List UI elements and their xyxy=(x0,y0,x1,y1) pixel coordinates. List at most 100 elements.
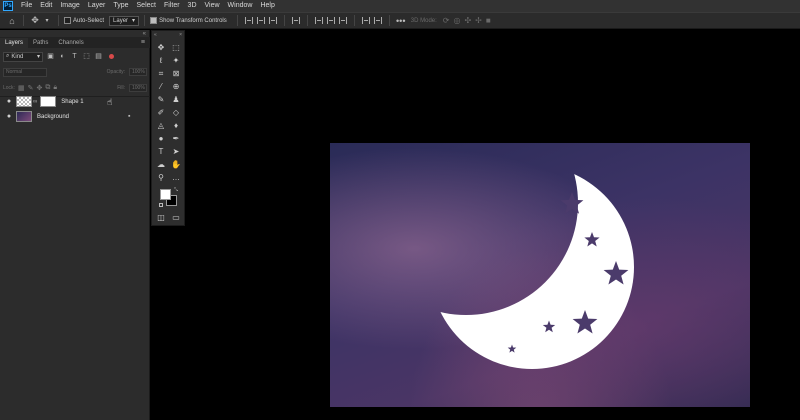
default-colors-icon[interactable] xyxy=(159,203,163,207)
eraser-tool-icon[interactable]: ◇ xyxy=(170,107,182,118)
quick-mask-icon[interactable]: ◫ xyxy=(155,212,167,223)
clone-stamp-tool-icon[interactable]: ♟ xyxy=(170,94,182,105)
marquee-tool-icon[interactable]: ⬚ xyxy=(170,42,182,53)
tab-paths[interactable]: Paths xyxy=(28,38,53,48)
menu-select[interactable]: Select xyxy=(133,0,160,12)
lasso-tool-icon[interactable]: ℓ xyxy=(155,55,167,66)
lock-image-icon[interactable]: ✎ xyxy=(28,84,34,92)
menu-file[interactable]: File xyxy=(17,0,36,12)
3d-drag-icon[interactable]: ✣ xyxy=(464,16,471,25)
crop-tool-icon[interactable]: ⌗ xyxy=(155,68,167,79)
auto-select-target-dropdown[interactable]: Layer ▾ xyxy=(109,15,140,26)
options-bar: ⌂ ✥ ▾ Auto-Select Layer ▾ Show Transform… xyxy=(0,12,800,29)
collapse-icon[interactable]: « xyxy=(154,32,157,38)
distribute-icon[interactable] xyxy=(291,17,300,24)
move-tool-icon[interactable]: ✥ xyxy=(29,15,41,26)
menu-layer[interactable]: Layer xyxy=(84,0,110,12)
eye-icon[interactable]: ● xyxy=(4,98,14,105)
move-tool-icon[interactable]: ✥ xyxy=(155,42,167,53)
shape-filter-icon[interactable]: ⬚ xyxy=(82,53,91,61)
menu-image[interactable]: Image xyxy=(56,0,83,12)
distribute-horizontal-icon[interactable] xyxy=(373,17,382,24)
align-top-icon[interactable] xyxy=(314,17,323,24)
swap-colors-icon[interactable]: ⤡ xyxy=(174,187,178,193)
type-tool-icon[interactable]: T xyxy=(155,146,167,157)
align-center-icon[interactable] xyxy=(256,17,265,24)
align-bottom-icon[interactable] xyxy=(338,17,347,24)
history-brush-tool-icon[interactable]: ✐ xyxy=(155,107,167,118)
eyedropper-tool-icon[interactable]: ⁄ xyxy=(155,81,167,92)
menu-filter[interactable]: Filter xyxy=(160,0,184,12)
separator xyxy=(353,15,355,26)
filter-toggle-icon[interactable] xyxy=(109,54,114,59)
type-filter-icon[interactable]: T xyxy=(70,53,79,61)
document-canvas[interactable] xyxy=(330,143,750,407)
close-icon[interactable]: × xyxy=(179,32,182,38)
lock-icon[interactable]: ▪ xyxy=(128,113,130,120)
menu-view[interactable]: View xyxy=(201,0,224,12)
tab-channels[interactable]: Channels xyxy=(53,38,88,48)
frame-tool-icon[interactable]: ⊠ xyxy=(170,68,182,79)
align-middle-icon[interactable] xyxy=(326,17,335,24)
more-tools-icon[interactable]: … xyxy=(170,172,182,183)
panel-menu-icon[interactable]: ≡ xyxy=(141,39,145,46)
fill-label: Fill: xyxy=(117,85,125,91)
zoom-tool-icon[interactable]: ⚲ xyxy=(155,172,167,183)
pen-tool-icon[interactable]: ✒ xyxy=(170,133,182,144)
dodge-tool-icon[interactable]: ● xyxy=(155,133,167,144)
more-options-icon[interactable]: ••• xyxy=(395,16,407,26)
lock-transparent-icon[interactable]: ▦ xyxy=(18,84,25,92)
menu-type[interactable]: Type xyxy=(109,0,132,12)
menu-window[interactable]: Window xyxy=(224,0,257,12)
eye-icon[interactable]: ● xyxy=(4,113,14,120)
blend-mode-dropdown[interactable]: Normal xyxy=(3,67,47,77)
distribute-vertical-icon[interactable] xyxy=(361,17,370,24)
pixel-filter-icon[interactable]: ▣ xyxy=(46,53,55,61)
smart-object-filter-icon[interactable]: ▤ xyxy=(94,53,103,61)
lock-artboard-icon[interactable]: ⧉ xyxy=(45,84,50,92)
lock-position-icon[interactable]: ✥ xyxy=(36,84,42,92)
hand-tool-icon[interactable]: ✋ xyxy=(170,159,182,170)
layer-name[interactable]: Background xyxy=(37,114,69,120)
magic-wand-tool-icon[interactable]: ✦ xyxy=(170,55,182,66)
layer-filter-row: ⌕ Kind ▾ ▣ ◐ T ⬚ ▤ xyxy=(3,51,147,62)
menu-help[interactable]: Help xyxy=(256,0,278,12)
brush-tool-icon[interactable]: ✎ xyxy=(155,94,167,105)
layer-row-background[interactable]: ● Background ▪ xyxy=(0,109,150,124)
align-right-icon[interactable] xyxy=(268,17,277,24)
auto-select-checkbox[interactable] xyxy=(64,17,71,24)
align-left-icon[interactable] xyxy=(244,17,253,24)
separator xyxy=(236,15,238,26)
show-transform-checkbox[interactable] xyxy=(150,17,158,24)
home-icon[interactable]: ⌂ xyxy=(6,16,18,26)
blur-tool-icon[interactable]: ♦ xyxy=(170,120,182,131)
chevron-down-icon[interactable]: ▾ xyxy=(41,17,53,24)
3d-slide-icon[interactable]: ✢ xyxy=(475,16,482,25)
opacity-field[interactable]: 100% xyxy=(129,68,147,76)
layer-thumbnail xyxy=(16,111,32,122)
3d-rotate-icon[interactable]: ⟳ xyxy=(443,16,450,25)
fill-field[interactable]: 100% xyxy=(129,84,147,92)
healing-brush-tool-icon[interactable]: ⊕ xyxy=(170,81,182,92)
path-selection-tool-icon[interactable]: ➤ xyxy=(170,146,182,157)
layer-name[interactable]: Shape 1 xyxy=(61,99,83,105)
menu-3d[interactable]: 3D xyxy=(184,0,201,12)
auto-select-label: Auto-Select xyxy=(73,17,105,24)
foreground-color-swatch[interactable] xyxy=(160,189,171,200)
lock-label: Lock: xyxy=(3,85,15,91)
custom-shape-tool-icon[interactable]: ☁ xyxy=(155,159,167,170)
lock-all-icon[interactable]: 🔒︎ xyxy=(53,84,57,92)
separator xyxy=(58,15,59,26)
filter-kind-dropdown[interactable]: ⌕ Kind ▾ xyxy=(3,51,43,62)
3d-scale-icon[interactable]: ■ xyxy=(486,16,491,25)
layer-row-shape-1[interactable]: ● ∞ Shape 1 xyxy=(0,94,150,109)
link-icon[interactable]: ∞ xyxy=(33,99,37,105)
tab-layers[interactable]: Layers xyxy=(0,38,29,48)
paint-bucket-tool-icon[interactable]: ◬ xyxy=(155,120,167,131)
menu-edit[interactable]: Edit xyxy=(36,0,56,12)
photoshop-logo[interactable]: Ps xyxy=(3,1,13,11)
adjustment-filter-icon[interactable]: ◐ xyxy=(58,53,67,61)
3d-roll-icon[interactable]: ◎ xyxy=(453,16,460,25)
vector-mask-thumbnail xyxy=(40,96,57,107)
screen-mode-icon[interactable]: ▭ xyxy=(170,212,182,223)
